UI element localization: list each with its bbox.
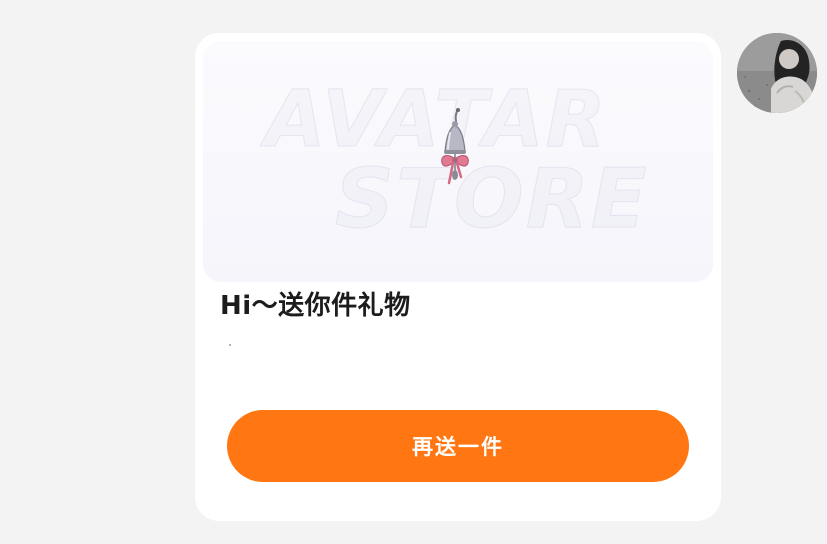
avatar-store-banner: AVATAR STORE xyxy=(203,41,713,282)
gift-card-title: Hi～送你件礼物 xyxy=(220,291,411,321)
gift-message-card: AVATAR STORE Hi～送你件礼物 再送一件 xyxy=(195,33,721,521)
decorative-dot xyxy=(229,344,231,346)
send-another-gift-button[interactable]: 再送一件 xyxy=(227,410,689,482)
bell-charm-icon[interactable] xyxy=(434,107,476,191)
banner-watermark-store: STORE xyxy=(335,152,649,247)
user-avatar[interactable] xyxy=(737,33,817,113)
user-avatar-photo-icon xyxy=(737,33,817,113)
